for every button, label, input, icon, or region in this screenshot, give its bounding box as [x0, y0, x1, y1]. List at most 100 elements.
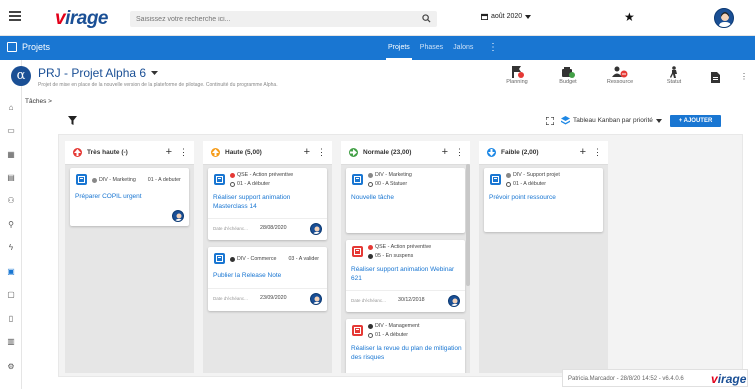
- column-menu-icon[interactable]: ⋮: [179, 147, 188, 157]
- task-card[interactable]: DIV - Support projet 01 - A débuter Prév…: [484, 168, 603, 232]
- pdf-export-icon[interactable]: [711, 72, 720, 83]
- card-title[interactable]: Préparer COPIL urgent: [75, 192, 187, 201]
- add-card-button[interactable]: +: [442, 146, 448, 158]
- report-icon[interactable]: ▥: [6, 337, 16, 347]
- app-logo[interactable]: virage: [55, 8, 108, 30]
- card-meta: DIV - Marketing: [368, 172, 412, 178]
- column-label: Très haute (-): [87, 149, 128, 156]
- date-picker[interactable]: août 2020: [481, 13, 532, 20]
- card-title[interactable]: Réaliser support animation Masterclass 1…: [213, 193, 325, 211]
- tab-jalons[interactable]: Jalons: [448, 36, 478, 60]
- dashboard-icon[interactable]: ▭: [6, 126, 16, 136]
- arrow-up-icon: [211, 148, 220, 157]
- module-title: Projets: [22, 42, 51, 52]
- ressource-action[interactable]: Ressource: [604, 65, 636, 85]
- statut-action[interactable]: Statut: [659, 65, 689, 85]
- task-card[interactable]: DIV - Commerce 03 - A valider Publier la …: [208, 247, 327, 311]
- budget-action[interactable]: Budget: [553, 65, 583, 85]
- tasks-icon[interactable]: ▣: [6, 267, 16, 277]
- calendar-icon: [481, 13, 488, 20]
- card-title[interactable]: Prévoir point ressource: [489, 193, 601, 202]
- card-title[interactable]: Réaliser support animation Webinar 621: [351, 265, 463, 283]
- task-card[interactable]: DIV - Marketing 00 - A Statuer Nouvelle …: [346, 168, 465, 233]
- task-type-icon: [352, 325, 363, 336]
- search-input[interactable]: [130, 11, 410, 27]
- task-card[interactable]: DIV - Management 01 - A débuter Réaliser…: [346, 319, 465, 373]
- filter-icon[interactable]: [68, 116, 77, 125]
- task-card[interactable]: DIV - Marketing 01 - A debuter Préparer C…: [70, 168, 189, 226]
- card-meta: QSE - Action préventive: [368, 244, 431, 250]
- card-title[interactable]: Publier la Release Note: [213, 271, 325, 280]
- column-header: Très haute (-) + ⋮: [65, 141, 194, 165]
- top-bar: virage août 2020 ★: [0, 0, 755, 36]
- footer-info: Patricia.Marcador - 28/8/20 14:52 - v6.4…: [562, 369, 748, 387]
- breadcrumb[interactable]: Tâches >: [25, 98, 52, 105]
- statut-icon: [670, 66, 677, 78]
- assignee-avatar[interactable]: [172, 210, 184, 222]
- add-card-button[interactable]: +: [580, 146, 586, 158]
- settings-icon[interactable]: ⚙: [6, 362, 16, 372]
- card-divider: [208, 288, 327, 289]
- view-selector[interactable]: Tableau Kanban par priorité: [561, 116, 662, 125]
- org-icon[interactable]: ⚲: [6, 220, 16, 230]
- column-header: Normale (23,00) + ⋮: [341, 141, 470, 165]
- project-description: Projet de mise en place de la nouvelle v…: [38, 82, 278, 88]
- card-divider: [208, 218, 327, 219]
- project-selector[interactable]: PRJ - Projet Alpha 6: [38, 66, 159, 80]
- due-date-label: Date d'échéanc...: [213, 226, 248, 231]
- planning-action[interactable]: Planning: [502, 65, 532, 85]
- column-menu-icon[interactable]: ⋮: [317, 147, 326, 157]
- status-icon: [141, 178, 146, 183]
- add-card-button[interactable]: +: [166, 146, 172, 158]
- fullscreen-icon[interactable]: [546, 117, 554, 125]
- ressource-label: Ressource: [606, 79, 634, 85]
- chevron-down-icon: [151, 71, 159, 75]
- module-tabs: Projets Phases Jalons: [383, 36, 478, 60]
- column-scrollbar[interactable]: [466, 164, 470, 286]
- assignee-avatar[interactable]: [448, 295, 460, 307]
- document-icon[interactable]: ▯: [6, 314, 16, 324]
- kanban-column-faible: Faible (2,00) + ⋮ DIV - Support projet 0…: [479, 141, 608, 373]
- project-title: PRJ - Projet Alpha 6: [38, 66, 147, 80]
- column-label: Haute (5,00): [225, 149, 262, 156]
- add-button[interactable]: + AJOUTER: [670, 115, 721, 127]
- column-menu-icon[interactable]: ⋮: [593, 147, 602, 157]
- card-title[interactable]: Réaliser la revue du plan de mitigation …: [351, 344, 463, 362]
- add-card-button[interactable]: +: [304, 146, 310, 158]
- card-meta: QSE - Action préventive: [230, 172, 293, 178]
- bolt-icon[interactable]: ϟ: [6, 243, 16, 253]
- task-card[interactable]: QSE - Action préventive 05 - En suspens …: [346, 240, 465, 312]
- folder-icon[interactable]: ▤: [6, 173, 16, 183]
- status-icon: [506, 181, 511, 187]
- card-meta: DIV - Support projet: [506, 172, 560, 178]
- menu-icon[interactable]: [9, 11, 21, 21]
- chat-icon[interactable]: ▢: [6, 290, 16, 300]
- header-more-icon[interactable]: ⋮: [740, 72, 748, 81]
- qse-icon: [230, 172, 235, 178]
- home-icon[interactable]: ⌂: [6, 103, 16, 113]
- date-label: août 2020: [491, 13, 523, 20]
- tab-phases[interactable]: Phases: [415, 36, 448, 60]
- assignee-avatar[interactable]: [310, 223, 322, 235]
- task-type-icon: [352, 174, 363, 185]
- org-icon: [92, 177, 97, 183]
- user-avatar[interactable]: [714, 8, 734, 28]
- calendar-nav-icon[interactable]: ▦: [6, 150, 16, 160]
- status-icon: [368, 253, 373, 259]
- column-menu-icon[interactable]: ⋮: [455, 147, 464, 157]
- tab-projets[interactable]: Projets: [383, 36, 415, 60]
- card-title[interactable]: Nouvelle tâche: [351, 193, 463, 202]
- search-icon[interactable]: [422, 14, 431, 23]
- chevron-down-icon: [525, 14, 532, 19]
- assignee-avatar[interactable]: [310, 293, 322, 305]
- budget-icon: [562, 67, 575, 78]
- card-meta: DIV - Marketing 01 - A debuter: [92, 177, 181, 183]
- planning-icon: [512, 66, 524, 78]
- team-icon[interactable]: ⚇: [6, 196, 16, 206]
- task-card[interactable]: QSE - Action préventive 01 - A débuter R…: [208, 168, 327, 240]
- favorite-star-icon[interactable]: ★: [624, 10, 635, 24]
- org-icon: [368, 323, 373, 329]
- module-nav: Projets Projets Phases Jalons ⋮: [0, 36, 755, 60]
- nav-more-icon[interactable]: ⋮: [488, 42, 498, 53]
- card-meta: DIV - Management: [368, 323, 419, 329]
